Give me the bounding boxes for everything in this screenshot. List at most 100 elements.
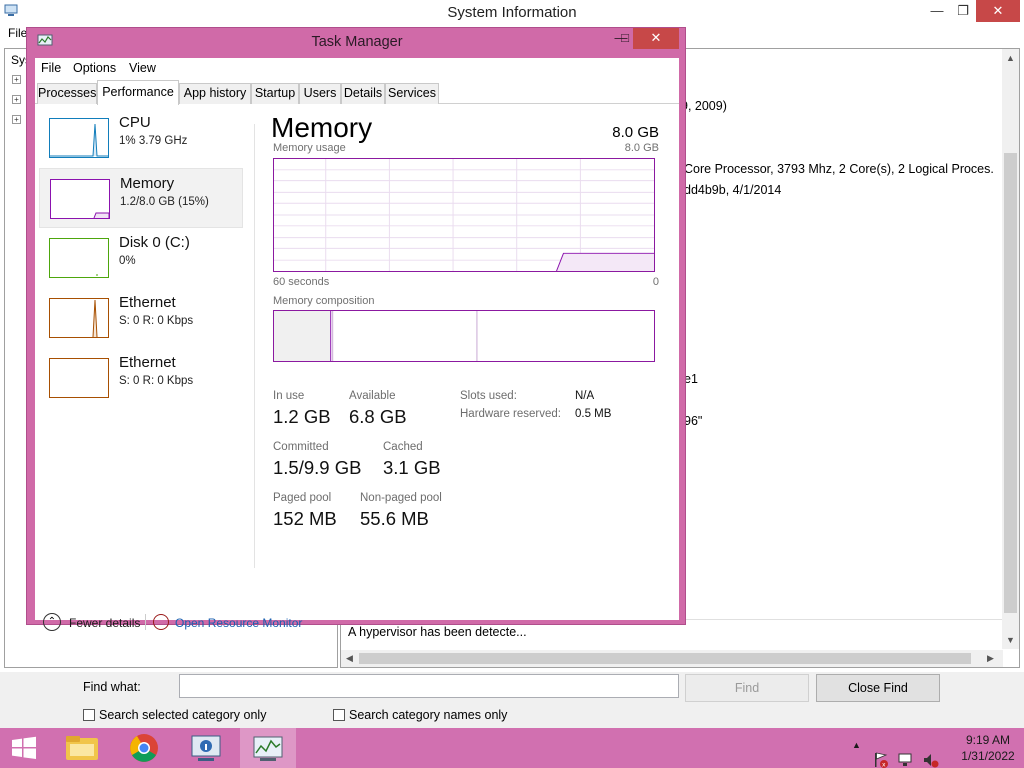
open-resource-monitor-link[interactable]: Open Resource Monitor (175, 616, 302, 630)
memory-composition-bar (273, 310, 655, 362)
scroll-up-icon[interactable]: ▲ (1006, 53, 1015, 63)
cached-value: 3.1 GB (383, 457, 441, 478)
non-paged-pool-value: 55.6 MB (360, 508, 429, 529)
search-category-names-checkbox[interactable]: Search category names only (333, 708, 507, 722)
tab-services[interactable]: Services (385, 83, 439, 104)
tab-performance[interactable]: Performance (97, 80, 179, 105)
memory-usage-graph (273, 158, 655, 272)
resource-disk[interactable]: Disk 0 (C:) 0% (39, 228, 243, 288)
panel-divider[interactable] (254, 124, 255, 568)
system-information-icon (191, 735, 221, 761)
graph-time-left: 60 seconds (273, 276, 330, 288)
task-manager-title: Task Manager (311, 34, 403, 50)
memory-mini-graph (50, 179, 110, 219)
tab-startup[interactable]: Startup (251, 83, 299, 104)
tm-close-button[interactable]: ✕ (633, 28, 679, 49)
tab-processes[interactable]: Processes (37, 83, 97, 104)
cached-label: Cached (383, 441, 423, 453)
footer-separator (145, 614, 146, 630)
find-button[interactable]: Find (685, 674, 809, 702)
resource-name: Disk 0 (C:) (119, 234, 190, 251)
resource-cpu[interactable]: CPU 1% 3.79 GHz (39, 108, 243, 168)
volume-muted-icon[interactable] (922, 740, 940, 768)
tm-menu-file[interactable]: File (41, 61, 61, 75)
memory-composition-label: Memory composition (273, 295, 375, 307)
committed-value: 1.5/9.9 GB (273, 457, 362, 478)
fewer-details-link[interactable]: Fewer details (69, 616, 140, 630)
tm-menu-view[interactable]: View (129, 61, 156, 75)
si-vertical-scrollbar[interactable]: ▲ ▼ (1002, 49, 1019, 649)
taskbar-system-information[interactable] (178, 728, 234, 768)
detail-line: 96" (684, 414, 703, 428)
tab-details[interactable]: Details (341, 83, 385, 104)
si-horizontal-scrollbar[interactable]: ◀ ▶ (341, 650, 1003, 667)
find-what-label: Find what: (83, 680, 141, 694)
in-use-value: 1.2 GB (273, 406, 331, 427)
chevron-up-icon[interactable]: ⌃ (43, 613, 61, 631)
close-find-button[interactable]: Close Find (816, 674, 940, 702)
scroll-down-icon[interactable]: ▼ (1006, 635, 1015, 645)
hardware-reserved-value: 0.5 MB (575, 408, 612, 420)
find-bar: Find what: Find Close Find Search select… (0, 672, 1024, 728)
windows-start-icon[interactable] (10, 736, 38, 760)
task-manager-icon (253, 736, 283, 761)
non-paged-pool-label: Non-paged pool (360, 492, 442, 504)
committed-label: Committed (273, 441, 329, 453)
taskbar-chrome[interactable] (116, 728, 172, 768)
memory-heading: Memory (271, 112, 373, 143)
paged-pool-label: Paged pool (273, 492, 332, 504)
cpu-mini-graph (49, 118, 109, 158)
si-vscroll-thumb[interactable] (1004, 153, 1017, 613)
tree-expand-icon[interactable]: + (12, 75, 21, 84)
file-explorer-icon (66, 736, 98, 760)
paged-pool-value: 152 MB (273, 508, 337, 529)
checkbox-box[interactable] (333, 709, 345, 721)
available-value: 6.8 GB (349, 406, 407, 427)
si-close-button[interactable]: ✕ (976, 0, 1020, 22)
slots-used-label: Slots used: (460, 390, 517, 402)
task-manager-window: Task Manager — □ ✕ File Options View Pro… (26, 27, 686, 631)
taskbar: ▲ x 9:19 AM 1/31/2022 (0, 728, 1024, 768)
tab-users[interactable]: Users (299, 83, 341, 104)
checkbox-label: Search category names only (349, 708, 508, 722)
checkbox-box[interactable] (83, 709, 95, 721)
taskbar-file-explorer[interactable] (54, 728, 110, 768)
detail-line: e1 (684, 372, 698, 386)
memory-usage-max: 8.0 GB (624, 142, 659, 154)
resource-list: CPU 1% 3.79 GHz Memory 1.2/8.0 GB (15%) … (39, 108, 249, 588)
resource-ethernet-1[interactable]: Ethernet S: 0 R: 0 Kbps (39, 288, 243, 348)
disk-mini-graph (49, 238, 109, 278)
tab-app-history[interactable]: App history (179, 83, 251, 104)
taskbar-clock[interactable]: 9:19 AM 1/31/2022 (958, 732, 1018, 764)
detail-line: Core Processor, 3793 Mhz, 2 Core(s), 2 L… (684, 162, 994, 176)
si-titlebar: System Information — ❐ ✕ (0, 0, 1024, 24)
slots-used-value: N/A (575, 390, 595, 402)
resource-monitor-icon[interactable] (153, 614, 169, 630)
si-hscroll-thumb[interactable] (359, 653, 971, 664)
search-selected-category-checkbox[interactable]: Search selected category only (83, 708, 266, 722)
resource-sub: 0% (119, 255, 136, 267)
scroll-left-icon[interactable]: ◀ (346, 653, 353, 664)
resource-sub: 1.2/8.0 GB (15%) (120, 196, 209, 208)
clock-time: 9:19 AM (965, 733, 1011, 747)
network-icon[interactable] (897, 740, 915, 768)
find-what-input[interactable] (179, 674, 679, 698)
si-menu-file[interactable]: File (8, 26, 27, 40)
memory-usage-label: Memory usage (273, 142, 346, 154)
resource-name: Memory (120, 175, 175, 192)
in-use-label: In use (273, 390, 305, 402)
resource-name: Ethernet (119, 294, 176, 311)
resource-name: Ethernet (119, 354, 176, 371)
tree-expand-icon[interactable]: + (12, 95, 21, 104)
show-hidden-icons-icon[interactable]: ▲ (852, 740, 861, 768)
tree-expand-icon[interactable]: + (12, 115, 21, 124)
resource-memory[interactable]: Memory 1.2/8.0 GB (15%) (39, 168, 243, 228)
scroll-right-icon[interactable]: ▶ (987, 653, 994, 664)
tm-menu-options[interactable]: Options (73, 61, 116, 75)
action-center-flag-icon[interactable]: x (872, 740, 890, 768)
resource-ethernet-2[interactable]: Ethernet S: 0 R: 0 Kbps (39, 348, 243, 408)
clock-date: 1/31/2022 (961, 749, 1015, 763)
chrome-icon (130, 734, 158, 762)
taskbar-task-manager[interactable] (240, 728, 296, 768)
detail-line: dd4b9b, 4/1/2014 (684, 183, 782, 197)
